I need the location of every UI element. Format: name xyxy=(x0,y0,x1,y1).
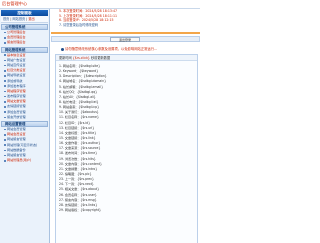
sidebar-item[interactable]: 网站管理员(用户) xyxy=(1,158,48,163)
sidebar-section: 网站设置管理 网站会员管理 网站会员设置 网站留言管理 网站管理(可显示状态) 网站数据备… xyxy=(1,121,48,163)
info-head-prefix: 更新时间 xyxy=(59,56,72,60)
notice-line: 7. 请您登录后及时修改密码 xyxy=(59,22,99,27)
logout-link[interactable]: 退出 xyxy=(28,17,34,21)
top-bar: 后台管理中心 xyxy=(0,0,200,9)
sidebar-sections: 公司管理系统 公司管理后台 会员管理后台 留言管理后台 网站管理系统 基本信息设置 网站广告… xyxy=(0,24,49,163)
login-notice: 5. 本次登录时间：2024/5/28 18:13:47 5. 上次登录时间：20… xyxy=(59,9,179,33)
top-toolbar xyxy=(59,0,200,8)
info-icon xyxy=(61,47,64,51)
info-head-highlight: {$rs.click} xyxy=(72,56,90,60)
logout-button[interactable]: 退出登录 xyxy=(110,37,140,42)
site-home-link[interactable]: 网站首页 xyxy=(12,17,25,21)
sidebar-section: 公司管理系统 公司管理后台 会员管理后台 留言管理后台 xyxy=(1,24,48,46)
warning-text: 请勿随意修改系统核心参数及设置项，以免影响网站正常运行... xyxy=(65,47,158,51)
quick-links: 首页 | 网站首页 | 退出 xyxy=(1,16,48,23)
sidebar-section: 网站管理系统 基本信息设置 网站广告设置 网站宣传设置 栏目分类设置 网站导航设置 添加或导… xyxy=(1,46,48,120)
brand-title: 后台管理中心 xyxy=(2,1,28,6)
action-bar: 退出登录 xyxy=(51,36,200,42)
sidebar-item[interactable]: 留言开放管理 xyxy=(1,115,48,120)
home-link[interactable]: 首页 xyxy=(3,17,9,21)
site-info-box: 更新时间 {$rs.click} 秒前更新数据 1. 网站名称：{$lsdbgl… xyxy=(55,54,198,243)
main-panel: 5. 本次登录时间：2024/5/28 18:13:47 5. 上次登录时间：20… xyxy=(51,9,200,243)
info-head-suffix: 秒前更新数据 xyxy=(90,56,111,60)
sidebar: 控制面板 首页 | 网站首页 | 退出 公司管理系统 公司管理后台 会员管理后台 留言… xyxy=(0,9,50,243)
divider-bar xyxy=(51,32,200,34)
info-list: 1. 网站名称：{$lsdbgl.site} 2. Keyword：{$keywo… xyxy=(56,61,197,213)
sidebar-item[interactable]: 留言管理后台 xyxy=(1,40,48,45)
warning-hint: 请勿随意修改系统核心参数及设置项，以免影响网站正常运行... xyxy=(61,46,157,51)
info-row: 29. 网站版权：{$copyright} xyxy=(59,207,101,212)
